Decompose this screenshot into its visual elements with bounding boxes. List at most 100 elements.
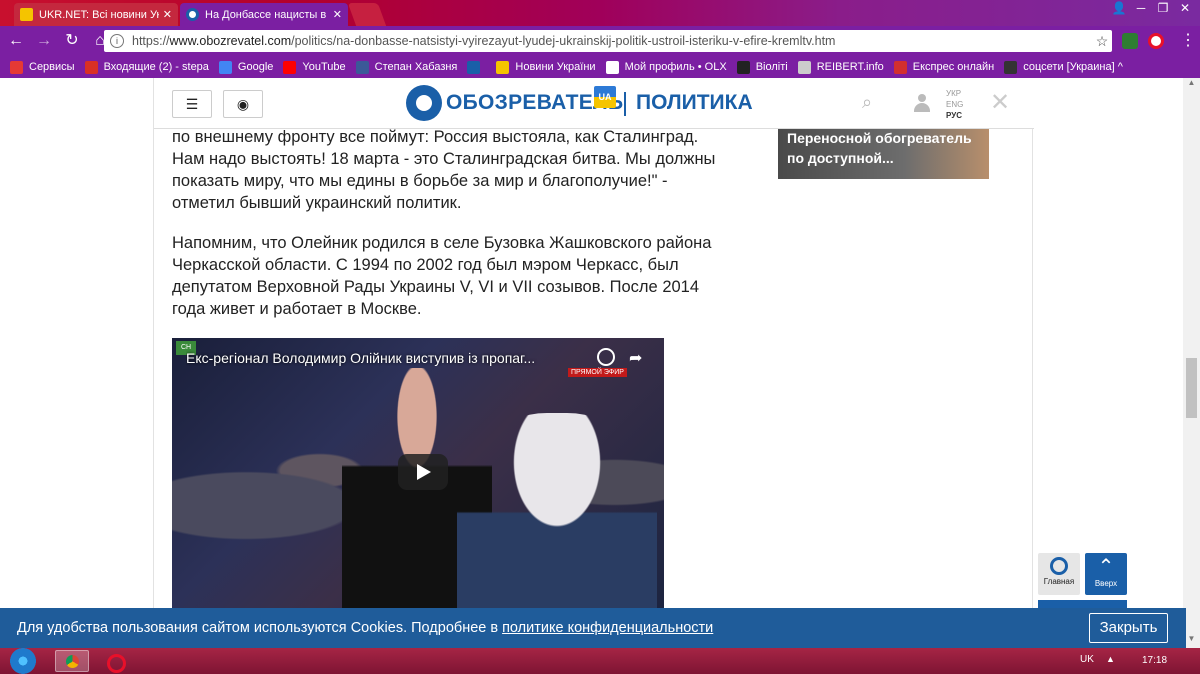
home-logo-icon [1050, 557, 1068, 575]
opera-extension-icon[interactable] [1148, 33, 1164, 49]
site-info-icon[interactable]: i [110, 34, 124, 48]
bookmark-label: REIBERT.info [816, 61, 884, 73]
back-arrow-icon[interactable]: ← [4, 29, 28, 53]
lang-ukr[interactable]: УКР [946, 88, 963, 99]
scroll-up-arrow-icon[interactable]: ▲ [1183, 78, 1200, 92]
bookmark-item[interactable]: Експрес онлайн [893, 60, 995, 74]
windows-taskbar: UK ▲ 17:18 [0, 648, 1200, 674]
bookmark-label: YouTube [302, 61, 346, 73]
system-clock[interactable]: 17:18 [1142, 655, 1167, 666]
browser-toolbar: ← → ↻ ⌂ i https://www.obozrevatel.com/po… [0, 26, 1200, 56]
bookmark-item[interactable]: Входящие (2) - stepa [84, 60, 209, 74]
lang-eng[interactable]: ENG [946, 99, 963, 110]
url-text: https://www.obozrevatel.com/politics/na-… [132, 34, 836, 48]
promo-text[interactable]: Переносной обогреватель по доступной... [787, 128, 977, 168]
bookmark-item[interactable]: REIBERT.info [797, 60, 884, 74]
video-title[interactable]: Екс-регіонал Володимир Олійник виступив … [186, 350, 606, 366]
bookmark-favicon-icon [355, 60, 369, 74]
scroll-top-button[interactable]: ⌃ Вверх [1085, 553, 1127, 595]
tray-expand-icon[interactable]: ▲ [1106, 654, 1115, 664]
video-player[interactable]: CH Екс-регіонал Володимир Олійник виступ… [172, 338, 664, 610]
tab-ukrnet[interactable]: UKR.NET: Всі новини Ук ✕ [14, 3, 178, 26]
window-controls: 👤 ─ ❐ ✕ [1108, 0, 1196, 17]
reload-icon[interactable]: ↻ [60, 29, 84, 53]
maximize-icon[interactable]: ❐ [1152, 0, 1174, 17]
scroll-top-label: Вверх [1094, 579, 1118, 588]
lang-rus[interactable]: РУС [946, 110, 963, 121]
cookie-close-button[interactable]: Закрыть [1089, 613, 1168, 643]
start-button[interactable] [6, 648, 40, 674]
bookmark-label: Мой профиль • OLX [624, 61, 727, 73]
cookie-text: Для удобства пользования сайтом использу… [17, 620, 499, 636]
bookmark-item[interactable]: Новини України [496, 60, 596, 74]
bookmark-favicon-icon [893, 60, 907, 74]
bookmark-item[interactable] [467, 60, 486, 74]
bookmark-label: соцсети [Украина] ^ [1023, 61, 1123, 73]
article-paragraph: Напомним, что Олейник родился в селе Буз… [172, 234, 712, 318]
bookmark-label: Степан Хабазня [374, 61, 458, 73]
article-body: по внешнему фронту все поймут: Россия вы… [172, 126, 732, 338]
ua-badge: UA [594, 86, 616, 108]
bookmark-label: Сервисы [29, 61, 75, 73]
home-widget-label: Главная [1043, 577, 1075, 586]
address-bar[interactable]: i https://www.obozrevatel.com/politics/n… [104, 30, 1112, 52]
cookie-banner: Для удобства пользования сайтом использу… [0, 608, 1186, 648]
ukrnet-favicon-icon [20, 8, 33, 21]
bookmark-favicon-icon [467, 60, 481, 74]
close-icon[interactable]: ✕ [990, 88, 1010, 117]
chevron-up-icon: ⌃ [1097, 556, 1115, 578]
bookmark-item[interactable]: Google [218, 60, 274, 74]
tab-strip: UKR.NET: Всі новини Ук ✕ На Донбассе нац… [0, 0, 1200, 26]
bookmark-item[interactable]: Мой профиль • OLX [605, 60, 727, 74]
browser-menu-icon[interactable]: ⋮ [1176, 29, 1200, 53]
tab-title: На Донбассе нацисты в [205, 8, 327, 21]
language-switcher: УКР ENG РУС [946, 88, 963, 121]
page-viewport: ☰ ◉ ОБОЗРЕВАТЕЛЬ UA ПОЛИТИКА ⌕ УКР ENG Р… [0, 78, 1200, 648]
watch-later-icon[interactable] [597, 348, 615, 366]
bookmark-item[interactable]: Віоліті [736, 60, 788, 74]
bookmark-favicon-icon [283, 60, 297, 74]
bookmark-item[interactable]: соцсети [Украина] ^ [1004, 60, 1123, 74]
bookmark-label: Віоліті [755, 61, 788, 73]
input-language[interactable]: UK [1080, 654, 1094, 665]
menu-button[interactable]: ☰ [172, 90, 212, 118]
bookmarks-bar: Сервисы Входящие (2) - stepa Google YouTube… [0, 56, 1200, 78]
new-tab-button[interactable] [347, 3, 387, 26]
tab-obozrevatel[interactable]: На Донбассе нацисты в ✕ [180, 3, 348, 26]
profile-icon[interactable]: 👤 [1108, 0, 1130, 17]
extension-icon[interactable] [1122, 33, 1138, 49]
tab-close-icon[interactable]: ✕ [163, 8, 172, 21]
taskbar-opera-icon[interactable] [99, 650, 129, 673]
tab-close-icon[interactable]: ✕ [333, 8, 342, 21]
bookmark-favicon-icon [10, 60, 23, 74]
logo-divider [624, 92, 626, 116]
bookmark-item[interactable]: YouTube [283, 60, 346, 74]
bookmark-label: Новини України [515, 61, 596, 73]
section-title[interactable]: ПОЛИТИКА [636, 91, 753, 115]
bookmark-favicon-icon [797, 60, 811, 74]
forward-arrow-icon[interactable]: → [32, 29, 56, 53]
page-scrollbar[interactable]: ▲ ▼ [1183, 78, 1200, 648]
user-icon[interactable] [914, 94, 930, 112]
home-widget-button[interactable]: Главная [1038, 553, 1080, 595]
search-icon[interactable]: ⌕ [862, 92, 872, 113]
play-button[interactable] [398, 454, 448, 490]
taskbar-chrome-icon[interactable] [55, 650, 89, 672]
bookmark-favicon-icon [496, 60, 510, 74]
window-close-icon[interactable]: ✕ [1174, 0, 1196, 17]
site-header: ☰ ◉ ОБОЗРЕВАТЕЛЬ UA ПОЛИТИКА ⌕ УКР ENG Р… [154, 78, 1034, 129]
bookmark-item[interactable]: Сервисы [10, 60, 75, 74]
logo-mini-button[interactable]: ◉ [223, 90, 263, 118]
bookmark-star-icon[interactable]: ☆ [1092, 33, 1112, 50]
bookmark-item[interactable]: Степан Хабазня [355, 60, 458, 74]
bookmark-label: Google [237, 61, 274, 73]
privacy-policy-link[interactable]: политике конфиденциальности [502, 620, 713, 636]
bookmark-favicon-icon [736, 60, 750, 74]
share-icon[interactable]: ➦ [629, 348, 642, 368]
minimize-icon[interactable]: ─ [1130, 0, 1152, 17]
bookmark-label: Експрес онлайн [912, 61, 995, 73]
obozrevatel-logo-icon[interactable] [406, 85, 442, 121]
tab-title: UKR.NET: Всі новини Ук [39, 8, 159, 21]
scrollbar-thumb[interactable] [1186, 358, 1197, 418]
bookmark-favicon-icon [84, 60, 98, 74]
